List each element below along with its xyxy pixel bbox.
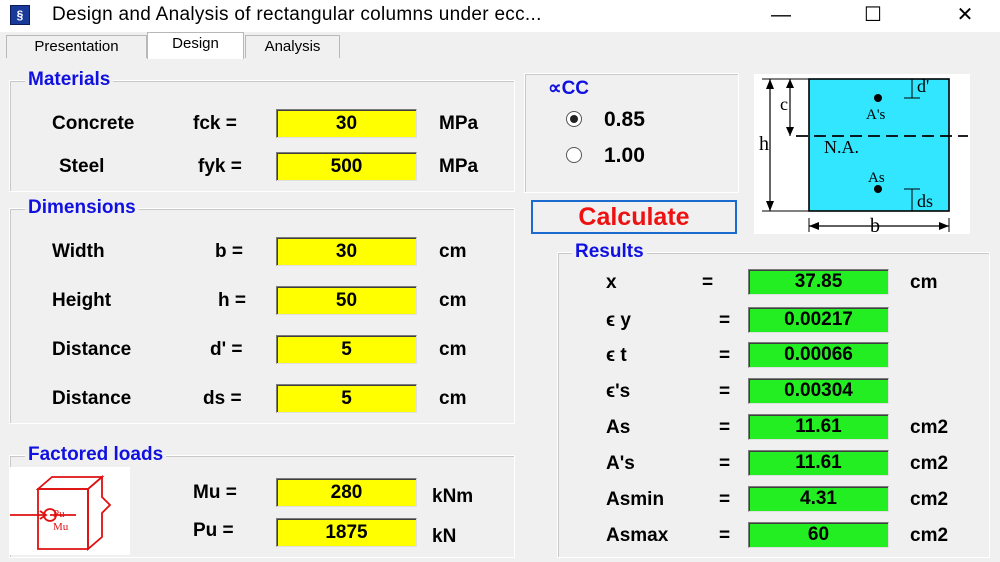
fck-unit: MPa xyxy=(439,113,479,134)
result-epsilon-s-prime-value: 0.00304 xyxy=(748,378,889,404)
label-as-prime: A's xyxy=(866,107,886,123)
label-na: N.A. xyxy=(824,137,859,157)
result-asmax-equals: = xyxy=(719,525,731,546)
result-as-equals: = xyxy=(719,417,731,438)
maximize-icon: ☐ xyxy=(864,4,882,26)
height-label: Height xyxy=(52,290,112,311)
tab-analysis[interactable]: Analysis xyxy=(245,35,340,58)
pu-unit: kN xyxy=(432,526,457,547)
mu-unit: kNm xyxy=(432,486,474,507)
result-epsilon-y-label: ϵ y xyxy=(606,310,631,331)
result-asmax-label: Asmax xyxy=(606,525,669,546)
result-as-prime-value: 11.61 xyxy=(748,450,889,476)
label-h: h xyxy=(759,133,769,155)
label-ds: ds xyxy=(917,191,933,211)
label-as: As xyxy=(868,170,885,186)
result-asmin-value: 4.31 xyxy=(748,486,889,512)
d-prime-symbol: d' = xyxy=(210,339,243,360)
concrete-label: Concrete xyxy=(52,113,135,134)
b-symbol: b = xyxy=(215,241,243,262)
result-asmin-unit: cm2 xyxy=(910,489,949,510)
result-as-label: As xyxy=(606,417,631,438)
window-title: Design and Analysis of rectangular colum… xyxy=(52,4,542,25)
width-input[interactable]: 30 xyxy=(276,237,417,266)
distance-d-prime-label: Distance xyxy=(52,339,132,360)
result-epsilon-y-equals: = xyxy=(719,310,731,331)
close-icon: ✕ xyxy=(956,4,974,26)
alpha-100-radio[interactable] xyxy=(566,147,582,163)
result-as-value: 11.61 xyxy=(748,414,889,440)
results-panel xyxy=(557,252,990,558)
load-diagram-icon: Pu Mu xyxy=(10,467,130,555)
alpha-100-label: 1.00 xyxy=(604,144,645,167)
dimensions-title: Dimensions xyxy=(25,197,139,219)
h-symbol: h = xyxy=(218,290,246,311)
calculate-button[interactable]: Calculate xyxy=(531,200,737,234)
app-icon[interactable]: § xyxy=(10,5,30,25)
result-x-unit: cm xyxy=(910,272,938,293)
height-input[interactable]: 50 xyxy=(276,286,417,315)
result-epsilon-y-value: 0.00217 xyxy=(748,307,889,333)
steel-label: Steel xyxy=(59,156,105,177)
tab-design[interactable]: Design xyxy=(147,32,244,60)
d-prime-unit: cm xyxy=(439,339,467,360)
distance-ds-label: Distance xyxy=(52,388,132,409)
alpha-085-label: 0.85 xyxy=(604,108,645,131)
pu-symbol: Pu = xyxy=(193,520,234,541)
result-asmax-unit: cm2 xyxy=(910,525,949,546)
result-as-unit: cm2 xyxy=(910,417,949,438)
pu-input[interactable]: 1875 xyxy=(276,518,417,547)
factored-loads-title: Factored loads xyxy=(25,444,167,466)
ds-symbol: ds = xyxy=(203,388,242,409)
result-epsilon-t-value: 0.00066 xyxy=(748,342,889,368)
mu-symbol: Mu = xyxy=(193,482,237,503)
width-unit: cm xyxy=(439,241,467,262)
width-label: Width xyxy=(52,241,105,262)
result-x-label: x xyxy=(606,272,617,293)
tab-presentation[interactable]: Presentation xyxy=(6,35,147,58)
label-c: c xyxy=(780,94,788,114)
minimize-icon: — xyxy=(771,4,791,26)
result-as-prime-label: A's xyxy=(606,453,635,474)
result-epsilon-s-prime-label: ϵ's xyxy=(606,381,631,402)
result-epsilon-s-prime-equals: = xyxy=(719,381,731,402)
result-as-prime-unit: cm2 xyxy=(910,453,949,474)
result-x-value: 37.85 xyxy=(748,269,889,295)
fyk-unit: MPa xyxy=(439,156,479,177)
fyk-symbol: fyk = xyxy=(198,156,242,177)
result-asmin-equals: = xyxy=(719,489,731,510)
mu-input[interactable]: 280 xyxy=(276,478,417,507)
svg-text:Mu: Mu xyxy=(53,521,69,533)
window-minimize-button[interactable]: — xyxy=(756,0,806,30)
fck-input[interactable]: 30 xyxy=(276,109,417,138)
materials-title: Materials xyxy=(25,69,114,91)
result-as-prime-equals: = xyxy=(719,453,731,474)
label-d-prime: d' xyxy=(917,76,929,96)
window-close-button[interactable]: ✕ xyxy=(940,0,990,30)
result-epsilon-t-label: ϵ t xyxy=(606,345,627,366)
result-asmax-value: 60 xyxy=(748,522,889,548)
height-unit: cm xyxy=(439,290,467,311)
result-epsilon-t-equals: = xyxy=(719,345,731,366)
result-asmin-label: Asmin xyxy=(606,489,665,510)
result-x-equals: = xyxy=(702,272,714,293)
results-title: Results xyxy=(572,241,647,263)
alpha-cc-title: ∝CC xyxy=(545,77,593,100)
ds-unit: cm xyxy=(439,388,467,409)
section-diagram: c h b d' ds N.A. A's As xyxy=(754,74,970,237)
ds-input[interactable]: 5 xyxy=(276,384,417,413)
fyk-input[interactable]: 500 xyxy=(276,152,417,181)
svg-text:Pu: Pu xyxy=(53,508,65,520)
label-b: b xyxy=(870,215,880,234)
fck-symbol: fck = xyxy=(193,113,237,134)
alpha-085-radio[interactable] xyxy=(566,111,582,127)
d-prime-input[interactable]: 5 xyxy=(276,335,417,364)
window-maximize-button[interactable]: ☐ xyxy=(848,0,898,30)
